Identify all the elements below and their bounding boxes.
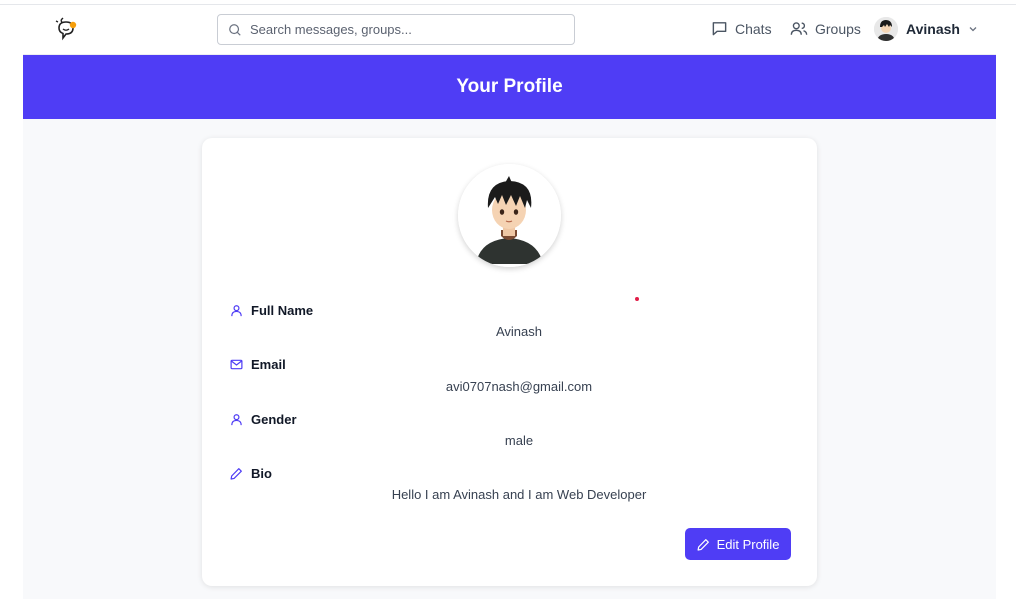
field-value: Avinash <box>495 324 542 339</box>
mail-icon <box>230 359 243 369</box>
nav-groups-link[interactable]: Groups <box>790 20 861 37</box>
search-input[interactable] <box>250 22 550 37</box>
nav-chats-link[interactable]: Chats <box>711 20 772 37</box>
nav-chats-label: Chats <box>735 20 772 37</box>
field-full-name: Full Name Avinash <box>230 301 790 339</box>
app-frame: Chats Groups Avinash <box>23 5 996 599</box>
navbar: Chats Groups Avinash <box>23 5 996 55</box>
nav-groups-label: Groups <box>815 20 861 37</box>
search-box[interactable] <box>217 14 575 45</box>
page-title: Your Profile <box>456 76 563 97</box>
user-icon <box>231 413 242 425</box>
field-value: Hello I am Avinash and I am Web Develope… <box>391 487 647 502</box>
edit-profile-label: Edit Profile <box>716 536 780 552</box>
field-email: Email avi0707nash@gmail.com <box>230 355 790 394</box>
field-label: Bio <box>251 465 272 481</box>
field-bio: Bio Hello I am Avinash and I am Web Deve… <box>230 464 790 502</box>
user-name: Avinash <box>906 21 960 37</box>
field-label: Gender <box>251 411 297 427</box>
profile-avatar <box>458 164 561 267</box>
field-value: avi0707nash@gmail.com <box>445 379 593 394</box>
edit-profile-button[interactable]: Edit Profile <box>685 528 791 560</box>
pencil-icon <box>697 538 709 551</box>
user-icon <box>231 304 242 316</box>
field-value: male <box>504 433 534 448</box>
user-menu[interactable]: Avinash <box>874 17 978 41</box>
field-gender: Gender male <box>230 410 790 448</box>
profile-banner: Your Profile <box>23 55 996 119</box>
users-icon <box>790 22 808 35</box>
search-icon <box>229 23 241 36</box>
chat-bubble-icon <box>712 22 727 36</box>
profile-card: Full Name Avinash Email avi0707nash@gmai… <box>202 138 817 586</box>
avatar[interactable] <box>874 17 898 41</box>
field-label: Email <box>251 356 286 372</box>
chevron-down-icon <box>969 27 977 32</box>
field-label: Full Name <box>251 302 314 318</box>
pencil-icon <box>230 467 242 480</box>
app-logo-icon[interactable] <box>53 16 79 42</box>
